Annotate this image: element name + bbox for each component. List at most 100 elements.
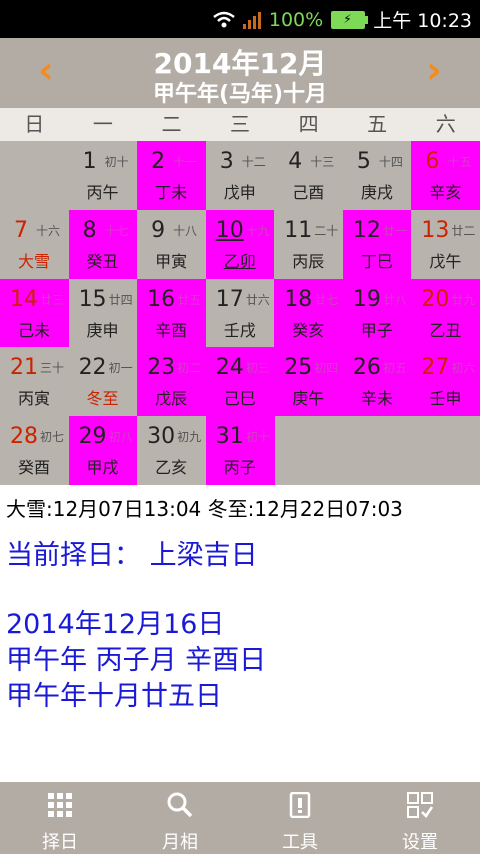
lunar-day-label: 廿八	[382, 292, 407, 307]
empty-cell	[0, 141, 69, 210]
tab-settings[interactable]: 设置	[360, 782, 480, 854]
calendar-day-cell[interactable]: 8 十七 癸丑	[68, 209, 138, 279]
lunar-day-label: 廿四	[108, 292, 133, 307]
ganzhi-label: 己未	[17, 320, 50, 340]
tab-label: 月相	[162, 832, 198, 853]
day-number: 15	[78, 286, 107, 312]
calendar-day-cell[interactable]: 28 初七 癸酉	[0, 416, 69, 486]
ganzhi-label: 乙卯	[223, 251, 256, 271]
ganzhi-label: 乙丑	[429, 320, 462, 340]
lunar-day-label: 初二	[177, 361, 202, 376]
ganzhi-label: 甲子	[360, 320, 393, 340]
calendar-day-cell[interactable]: 1 初十丙午	[68, 141, 138, 210]
calendar-day-cell[interactable]: 30 初九 乙亥	[137, 416, 207, 486]
calendar-day-cell[interactable]: 6 十五 辛亥	[411, 141, 480, 210]
calendar-day-cell[interactable]: 24 初三 己巳	[205, 347, 275, 417]
ganzhi-label: 戊申	[223, 183, 256, 202]
calendar-day-cell[interactable]: 19 廿八 甲子	[342, 278, 412, 348]
weekday-label: 二	[161, 112, 182, 136]
day-number: 12	[352, 217, 381, 243]
day-number: 8	[82, 217, 97, 243]
ganzhi-label: 庚戌	[360, 183, 393, 202]
calendar-day-cell[interactable]: 9 十八 甲寅	[137, 209, 207, 279]
signal-icon	[242, 11, 261, 29]
calendar-day-cell[interactable]: 11 二十 丙辰	[274, 209, 344, 279]
calendar-day-cell[interactable]: 23 初二 戊辰	[137, 347, 207, 417]
calendar-day-cell[interactable]: 31 初十丙子	[205, 416, 275, 486]
calendar-day-cell[interactable]: 27 初六 壬申	[411, 347, 480, 417]
calendar-day-cell[interactable]: 20 廿九 乙丑	[411, 278, 480, 348]
ganzhi-label: 己巳	[223, 389, 256, 409]
ganzhi-label: 癸亥	[292, 320, 325, 340]
lunar-day-label: 廿三	[40, 292, 65, 307]
weekday-row: 日 一 二 三 四 五 六	[0, 108, 480, 141]
day-number: 23	[147, 355, 176, 381]
selected-date-gregorian: 2014年12月16日	[6, 609, 225, 640]
ganzhi-label: 癸酉	[17, 458, 50, 478]
lunar-day-label: 二十	[314, 223, 339, 238]
status-time: 上午 10:23	[373, 10, 472, 32]
ganzhi-label: 乙亥	[155, 458, 188, 478]
lunar-day-label: 初五	[382, 361, 407, 376]
day-number: 6	[425, 149, 440, 174]
calendar-day-cell[interactable]: 2 十一 丁未	[137, 141, 207, 210]
ganzhi-label: 己酉	[292, 183, 325, 202]
day-number: 1	[82, 149, 97, 174]
calendar-day-cell[interactable]: 17 廿六 壬戌	[205, 278, 275, 348]
lunar-day-label: 十六	[36, 223, 61, 238]
lunar-day-label: 初三	[245, 361, 270, 376]
calendar-day-cell[interactable]: 29 初八 甲戌	[68, 416, 138, 486]
calendar-day-cell[interactable]: 3 十二 戊申	[205, 141, 275, 210]
weekday-label: 三	[230, 112, 251, 136]
lunar-day-label: 廿二	[451, 223, 476, 238]
weekday-label: 一	[92, 112, 113, 136]
weekday-label: 四	[298, 112, 319, 136]
lunar-day-label: 初七	[40, 430, 65, 445]
tab-moon-phase[interactable]: 月相	[120, 782, 240, 854]
tab-label: 设置	[402, 832, 438, 853]
ganzhi-label: 甲戌	[86, 458, 119, 478]
tab-tools[interactable]: 工具	[240, 782, 360, 854]
calendar-day-cell[interactable]: 21 三十 丙寅	[0, 347, 69, 417]
calendar-day-cell[interactable]: 5 十四 庚戌	[342, 141, 412, 210]
lunar-day-label: 廿一	[382, 223, 407, 238]
day-number: 26	[352, 355, 381, 381]
lunar-day-label: 廿六	[245, 292, 270, 307]
day-number: 14	[10, 286, 38, 312]
lunar-day-label: 十八	[173, 223, 198, 238]
lunar-day-label: 初四	[314, 361, 339, 376]
day-info-panel: 大雪:12月07日13:04 冬至:12月22日07:03 当前择日： 上梁吉日…	[0, 485, 480, 782]
lunar-day-label: 十二	[241, 155, 266, 169]
tab-zeri[interactable]: 择日	[0, 782, 120, 854]
lunar-day-label: 初九	[177, 430, 202, 445]
lunar-day-label: 初十	[104, 155, 129, 169]
status-bar: 100% ⚡ 上午 10:23	[0, 0, 480, 38]
day-number: 25	[284, 355, 313, 381]
day-number: 31	[215, 424, 244, 450]
calendar-day-cell[interactable]: 4 十三 己酉	[274, 141, 344, 210]
day-number: 7	[14, 217, 28, 243]
ganzhi-label: 丙子	[223, 458, 256, 478]
lunar-day-label: 初十	[245, 430, 270, 445]
calendar-day-cell[interactable]: 22 初一 冬至	[68, 347, 138, 417]
ganzhi-label: 丙午	[86, 183, 119, 202]
calendar-day-cell[interactable]: 14 廿三己未	[0, 278, 69, 348]
calendar-header: ‹ 2014年12月 甲午年(马年)十月 ›	[0, 38, 480, 108]
calendar-day-cell[interactable]: 10 十九 乙卯	[205, 209, 275, 279]
calendar-day-cell[interactable]: 13 廿二 戊午	[411, 209, 480, 279]
settings-icon	[407, 792, 433, 818]
day-number: 29	[78, 424, 107, 450]
calendar-day-cell[interactable]: 18 廿七 癸亥	[274, 278, 344, 348]
wifi-icon	[213, 11, 235, 27]
status-icons: 100% ⚡ 上午 10:23	[213, 6, 472, 33]
current-pick-text: 当前择日： 上梁吉日	[6, 540, 258, 571]
calendar-day-cell[interactable]: 26 初五辛未	[342, 347, 412, 417]
calendar-day-cell[interactable]: 16 廿五 辛酉	[137, 278, 207, 348]
calendar-day-cell[interactable]: 7 十六 大雪	[0, 209, 69, 279]
ganzhi-label: 辛未	[360, 389, 393, 409]
chevron-right-icon[interactable]: ›	[414, 50, 454, 90]
calendar-day-cell[interactable]: 25 初四 庚午	[274, 347, 344, 417]
day-number: 4	[288, 149, 303, 174]
calendar-day-cell[interactable]: 15 廿四 庚申	[68, 278, 138, 348]
calendar-day-cell[interactable]: 12 廿一 丁巳	[342, 209, 412, 279]
